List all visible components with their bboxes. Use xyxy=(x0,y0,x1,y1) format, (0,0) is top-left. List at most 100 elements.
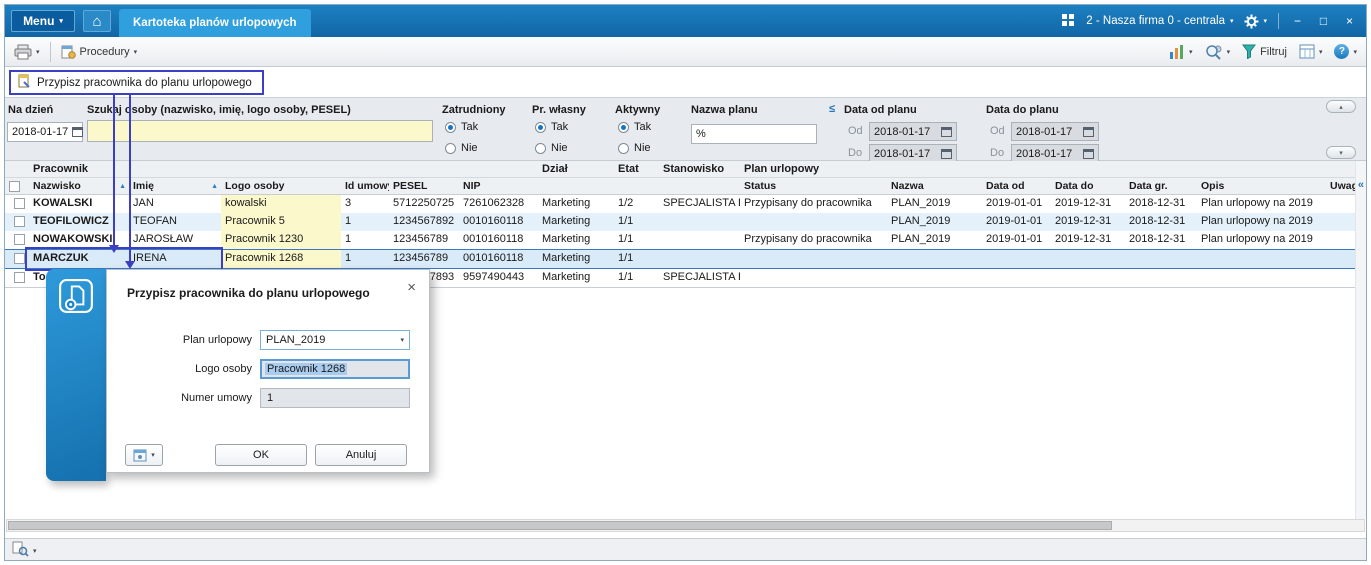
modules-grid-icon[interactable] xyxy=(1061,13,1075,30)
cell-data-od: 2019-01-01 xyxy=(986,197,1043,209)
cell-dzial: Marketing xyxy=(542,197,591,209)
selected-text: Pracownik 1268 xyxy=(265,363,348,375)
header-status[interactable]: Status xyxy=(740,178,887,194)
group-stanowisko[interactable]: Stanowisko xyxy=(659,161,740,177)
collapse-filter-button[interactable]: ▴ xyxy=(1326,100,1356,113)
row-checkbox[interactable] xyxy=(14,253,25,264)
date-value: 2018-01-17 xyxy=(874,125,931,138)
pr-wlasny-nie-radio[interactable]: Nie xyxy=(535,142,568,154)
group-etat[interactable]: Etat xyxy=(614,161,659,177)
sort-ascending-icon: ▲ xyxy=(119,182,126,190)
close-button[interactable]: × xyxy=(1342,14,1357,28)
zatrudniony-nie-radio[interactable]: Nie xyxy=(445,142,478,154)
radio-label: Tak xyxy=(551,121,569,133)
row-checkbox[interactable] xyxy=(14,216,25,227)
tab-kartoteka-planow-urlopowych[interactable]: Kartoteka planów urlopowych xyxy=(119,9,311,37)
anuluj-button[interactable]: Anuluj xyxy=(315,444,407,466)
filter-panel: Na dzień 2018-01-17 Szukaj osoby (nazwis… xyxy=(5,97,1366,163)
header-data-do[interactable]: Data do xyxy=(1051,178,1125,194)
header-data-od[interactable]: Data od xyxy=(982,178,1051,194)
scrollbar-thumb[interactable] xyxy=(8,521,1112,530)
procedury-button[interactable]: Procedury ▾ xyxy=(61,44,137,60)
ok-button[interactable]: OK xyxy=(215,444,307,466)
aktywny-label: Aktywny xyxy=(615,104,661,116)
header-opis[interactable]: Opis xyxy=(1197,178,1326,194)
chevron-down-icon: ▾ xyxy=(1318,48,1323,56)
menu-button[interactable]: Menu ▾ xyxy=(11,10,75,32)
aktywny-tak-radio[interactable]: Tak xyxy=(618,121,651,133)
filtruj-button[interactable]: Filtruj xyxy=(1242,44,1287,59)
procedures-icon xyxy=(61,45,76,59)
szukaj-input[interactable] xyxy=(87,120,433,142)
data-do-planu-od-input[interactable]: 2018-01-17 xyxy=(1011,122,1099,141)
cell-dzial: Marketing xyxy=(542,233,591,245)
nazwa-planu-input[interactable]: % xyxy=(691,124,817,144)
cell-stanowisko: SPECJALISTA D xyxy=(663,271,740,283)
assign-employee-dialog: Przypisz pracownika do planu urlopowego … xyxy=(106,269,430,473)
header-id-umowy[interactable]: Id umowy xyxy=(341,178,389,194)
dialog-close-icon[interactable]: × xyxy=(407,279,416,296)
cell-dzial: Marketing xyxy=(542,271,591,283)
na-dzien-input[interactable]: 2018-01-17 xyxy=(7,122,84,142)
aktywny-nie-radio[interactable]: Nie xyxy=(618,142,651,154)
chart-button[interactable]: ▾ xyxy=(1169,44,1193,60)
pr-wlasny-label: Pr. własny xyxy=(532,104,586,116)
row-checkbox[interactable] xyxy=(14,272,25,283)
pr-wlasny-tak-radio[interactable]: Tak xyxy=(535,121,568,133)
cell-pesel: 123456789 xyxy=(393,252,449,264)
group-plan-urlopowy[interactable]: Plan urlopowy xyxy=(740,161,1366,177)
printer-icon xyxy=(14,44,32,59)
group-pracownik[interactable]: Pracownik xyxy=(5,161,538,177)
header-data-gr[interactable]: Data gr. xyxy=(1125,178,1197,194)
cell-data-gr: 2018-12-31 xyxy=(1129,215,1186,227)
header-logo-osoby[interactable]: Logo osoby xyxy=(221,178,341,194)
horizontal-scrollbar[interactable] xyxy=(6,519,1365,532)
less-equal-operator-icon[interactable]: ≤ xyxy=(829,103,835,115)
company-selector[interactable]: 2 - Nasza firma 0 - centrala ▾ xyxy=(1086,15,1233,27)
calendar-icon[interactable] xyxy=(1083,148,1094,159)
maximize-button[interactable]: □ xyxy=(1316,14,1331,28)
logo-osoby-input[interactable]: Pracownik 1268 xyxy=(260,359,410,379)
cell-nazwa: PLAN_2019 xyxy=(891,197,951,209)
collapse-side-panel-icon[interactable]: « xyxy=(1358,179,1364,191)
home-button[interactable]: ⌂ xyxy=(83,10,111,32)
print-button[interactable]: ▾ xyxy=(14,44,40,60)
header-nip[interactable]: NIP xyxy=(459,178,538,194)
zatrudniony-tak-radio[interactable]: Tak xyxy=(445,121,478,133)
cell-pesel: 123456789 xyxy=(393,233,449,245)
calendar-icon[interactable] xyxy=(941,148,952,159)
data-od-planu-od-input[interactable]: 2018-01-17 xyxy=(869,122,957,141)
plan-urlopowy-select[interactable]: PLAN_2019 ▾ xyxy=(260,330,410,350)
annotation-arrow-line xyxy=(129,95,131,261)
chevron-down-icon: ▾ xyxy=(400,337,404,344)
header-imie[interactable]: Imię ▲ xyxy=(129,178,221,194)
calendar-icon[interactable] xyxy=(1083,126,1094,137)
cell-status xyxy=(740,269,887,287)
quick-search-icon[interactable] xyxy=(12,541,29,560)
header-pesel[interactable]: PESEL xyxy=(389,178,459,194)
select-all-checkbox[interactable] xyxy=(9,180,20,192)
help-button[interactable]: ? ▾ xyxy=(1334,44,1357,59)
cell-nip: 0010160118 xyxy=(463,233,524,245)
table-row[interactable]: KOWALSKI JAN kowalski 3 5712250725 7261062328… xyxy=(5,195,1366,213)
expand-filter-button[interactable]: ▾ xyxy=(1326,146,1356,159)
od-label: Od xyxy=(990,125,1005,137)
row-checkbox[interactable] xyxy=(14,198,25,209)
cell-data-gr: 2018-12-31 xyxy=(1129,197,1186,209)
cell-etat: 1/1 xyxy=(618,215,634,227)
calendar-icon[interactable] xyxy=(941,126,952,137)
titlebar-right-cluster: 2 - Nasza firma 0 - centrala ▾ ▾ − □ × xyxy=(1061,13,1366,30)
header-nazwa[interactable]: Nazwa xyxy=(887,178,982,194)
search-options-button[interactable]: ▾ xyxy=(1205,44,1230,60)
table-row[interactable]: TEOFILOWICZ TEOFAN Pracownik 5 1 1234567892 0… xyxy=(5,213,1366,231)
dialog-settings-button[interactable]: ▾ xyxy=(125,444,163,466)
radio-label: Nie xyxy=(461,142,478,154)
group-dzial[interactable]: Dział xyxy=(538,161,614,177)
calendar-icon[interactable] xyxy=(72,127,84,137)
row-checkbox[interactable] xyxy=(14,234,25,245)
grid-settings-button[interactable]: ▾ xyxy=(1299,44,1323,59)
minimize-button[interactable]: − xyxy=(1290,14,1305,28)
settings-gear-button[interactable]: ▾ xyxy=(1244,14,1267,29)
cell-data-od xyxy=(982,250,1051,268)
numer-umowy-label: Numer umowy xyxy=(181,392,252,404)
